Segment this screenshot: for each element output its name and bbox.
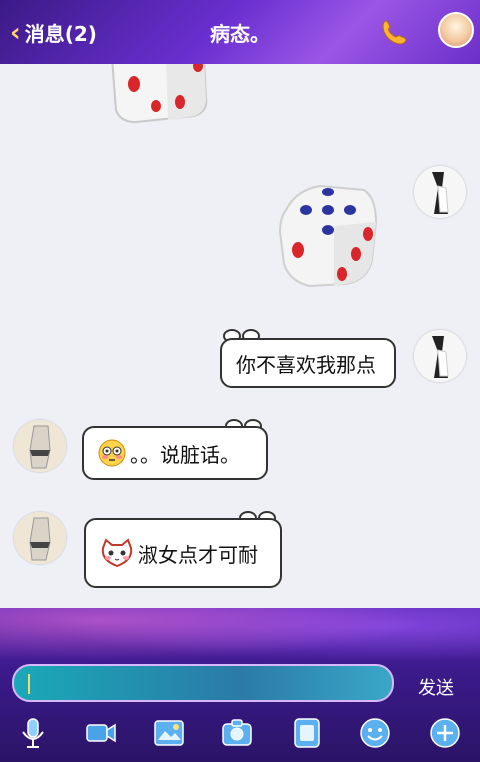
chevron-left-icon: ‹ <box>10 17 21 48</box>
composer-toolbar <box>0 706 480 762</box>
dice-message[interactable] <box>108 64 208 124</box>
message-bubble[interactable]: 淑女点才可耐 <box>84 518 282 588</box>
file-icon[interactable] <box>290 716 324 750</box>
back-label: 消息(2) <box>24 22 97 46</box>
message-text: 淑女点才可耐 <box>138 542 258 567</box>
avatar-image <box>414 166 466 218</box>
profile-avatar[interactable] <box>438 12 474 48</box>
message-bubble[interactable]: 。。说脏话。 <box>82 426 268 480</box>
plus-icon[interactable] <box>428 716 462 750</box>
message-bubble[interactable]: 你不喜欢我那点 <box>220 338 396 388</box>
avatar-image <box>14 512 66 564</box>
cat-emoji-icon <box>100 538 134 568</box>
flushed-emoji-icon <box>98 439 126 467</box>
emoji-icon[interactable] <box>358 716 392 750</box>
my-avatar[interactable] <box>414 166 466 218</box>
camera-icon[interactable] <box>220 716 254 750</box>
dice-message[interactable] <box>276 182 380 288</box>
send-button[interactable]: 发送 <box>418 674 454 700</box>
text-caret <box>28 674 30 694</box>
image-icon[interactable] <box>152 716 186 750</box>
message-input[interactable] <box>12 664 394 702</box>
avatar-image <box>14 420 66 472</box>
chat-header: ‹ 消息(2) 病态。 <box>0 0 480 64</box>
video-icon[interactable] <box>84 716 118 750</box>
message-text: 你不喜欢我那点 <box>236 352 376 377</box>
microphone-icon[interactable] <box>16 716 50 750</box>
my-avatar[interactable] <box>414 330 466 382</box>
contact-avatar[interactable] <box>14 512 66 564</box>
contact-avatar[interactable] <box>14 420 66 472</box>
phone-icon[interactable] <box>380 18 408 46</box>
avatar-image <box>414 330 466 382</box>
message-list[interactable]: 你不喜欢我那点 。。说脏话。 淑女点才可耐 <box>0 64 480 608</box>
back-button[interactable]: ‹ 消息(2) <box>10 18 97 47</box>
composer-panel: 发送 <box>0 608 480 762</box>
message-text: 。。说脏话。 <box>130 442 240 467</box>
